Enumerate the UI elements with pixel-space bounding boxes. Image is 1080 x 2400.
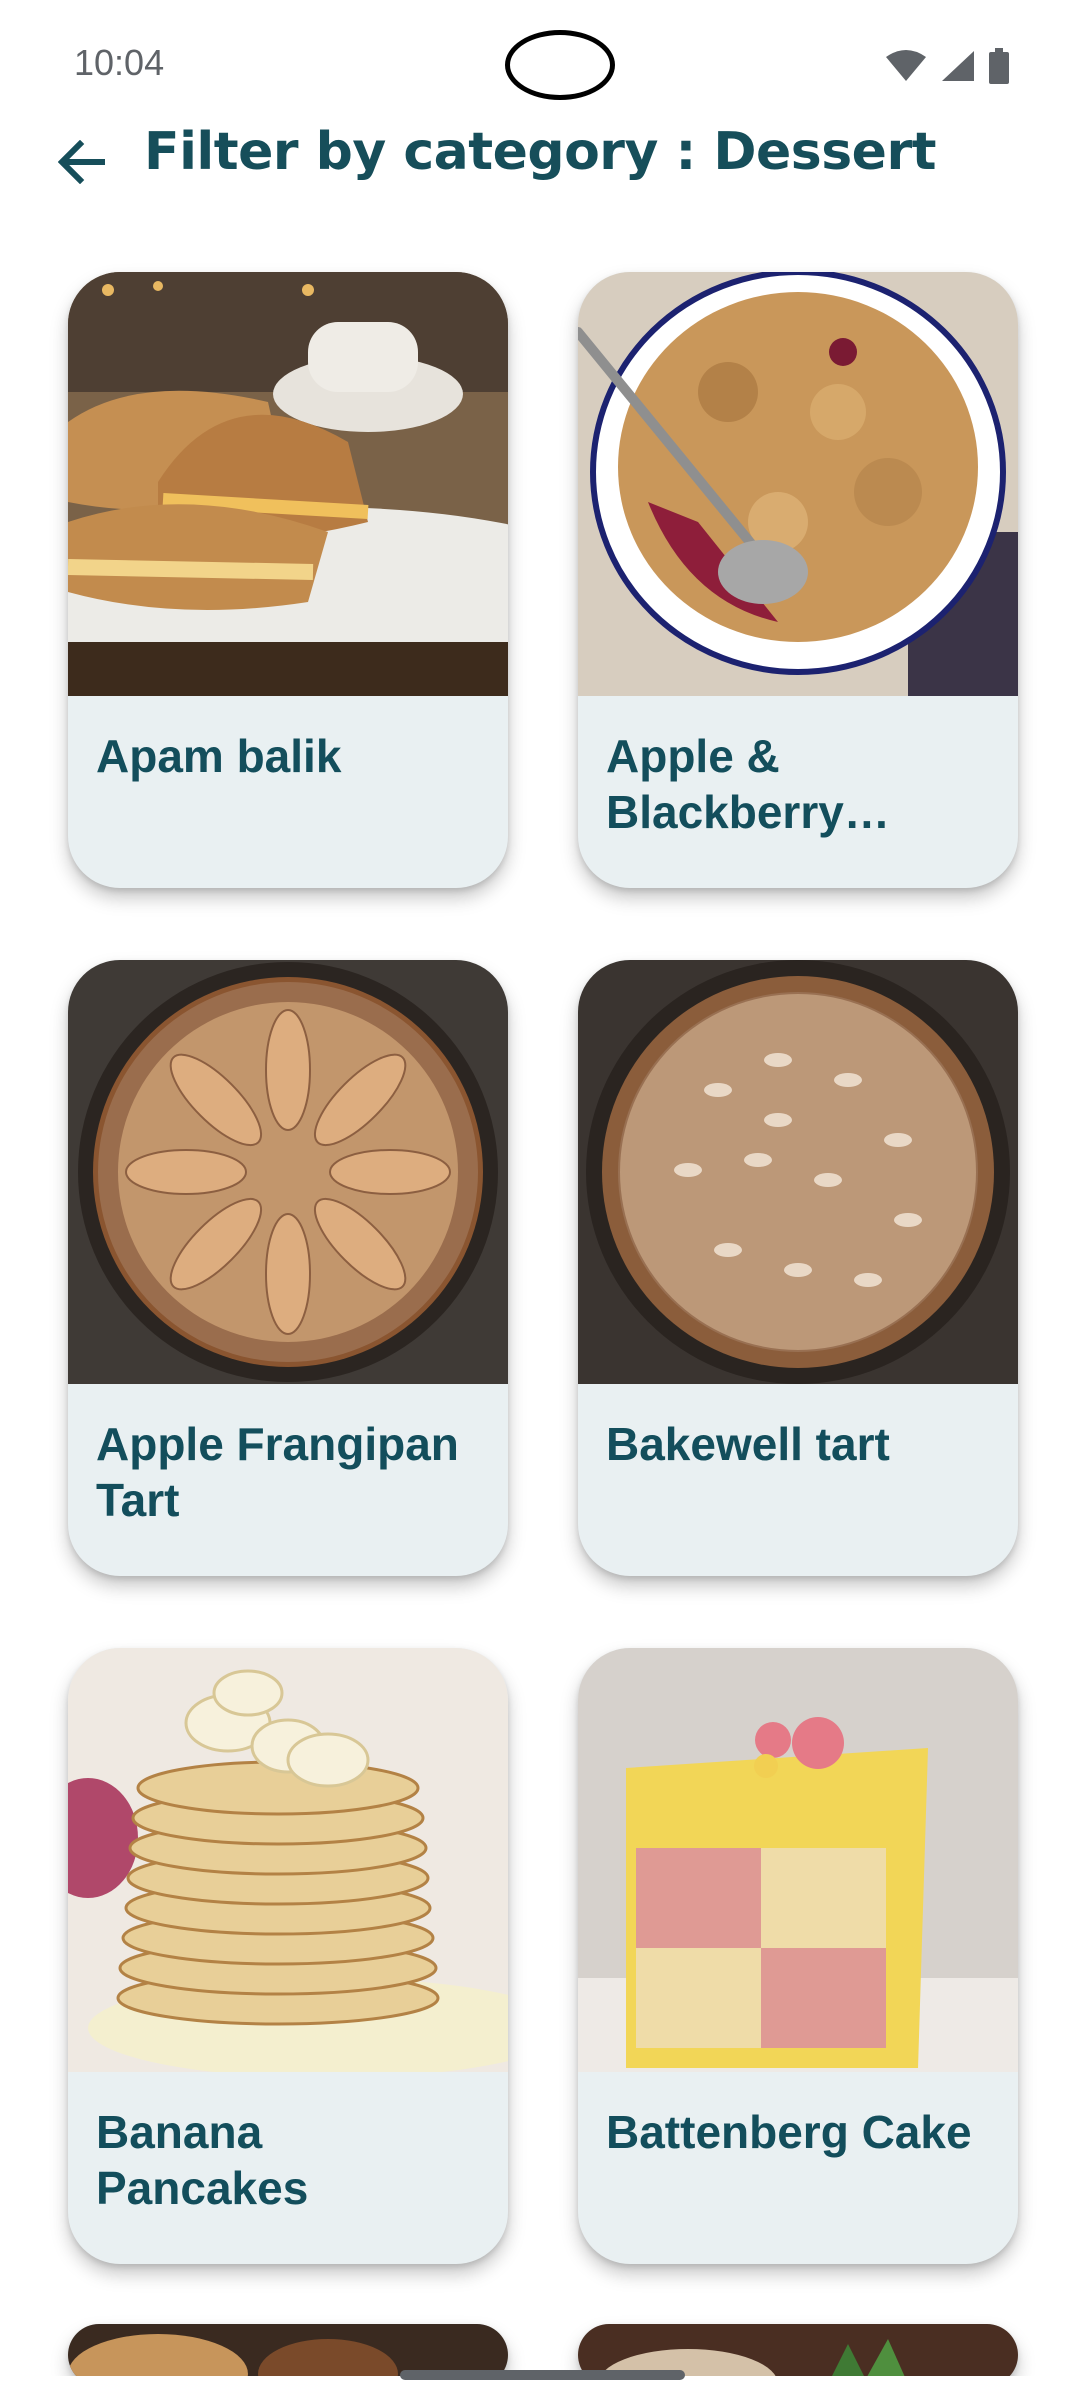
recipe-card-title: Battenberg Cake	[606, 2106, 972, 2158]
wifi-icon	[886, 50, 926, 81]
page-title: Filter by category : Dessert	[144, 122, 936, 182]
camera-cutout	[505, 30, 615, 100]
recipe-card[interactable]: Battenberg Cake	[578, 1648, 1018, 2264]
recipe-card[interactable]: Bakewell tart	[578, 960, 1018, 1576]
recipe-card-title: Bakewell tart	[606, 1418, 890, 1470]
recipe-card[interactable]: Apple & Blackberry Crumble	[578, 272, 1018, 888]
recipe-card[interactable]: Banana Pancakes	[68, 1648, 508, 2264]
battenberg-cake-photo	[578, 1648, 1018, 2072]
status-bar: 10:04	[0, 0, 1080, 130]
bakewell-tart-photo	[578, 960, 1018, 1384]
recipe-card-title: Apam balik	[96, 730, 342, 782]
recipe-card[interactable]: Apam balik	[68, 272, 508, 888]
banana-pancakes-photo	[68, 1648, 508, 2072]
gesture-navigation-bar[interactable]	[400, 2370, 685, 2380]
recipe-card-title: Apple Frangipan Tart	[96, 1418, 459, 1526]
status-icons	[884, 48, 1010, 84]
recipe-card[interactable]: Apple Frangipan Tart	[68, 960, 508, 1576]
battery-icon	[989, 48, 1009, 84]
status-time: 10:04	[74, 42, 165, 83]
recipe-card-title: Apple & Blackberry Crumble	[606, 730, 844, 838]
cellular-signal-icon	[942, 51, 974, 81]
apple-blackberry-crumble-photo	[578, 272, 1018, 696]
apam-balik-photo	[68, 272, 508, 696]
recipe-card-title: Banana Pancakes	[96, 2106, 309, 2214]
apple-frangipan-tart-photo	[68, 960, 508, 1384]
